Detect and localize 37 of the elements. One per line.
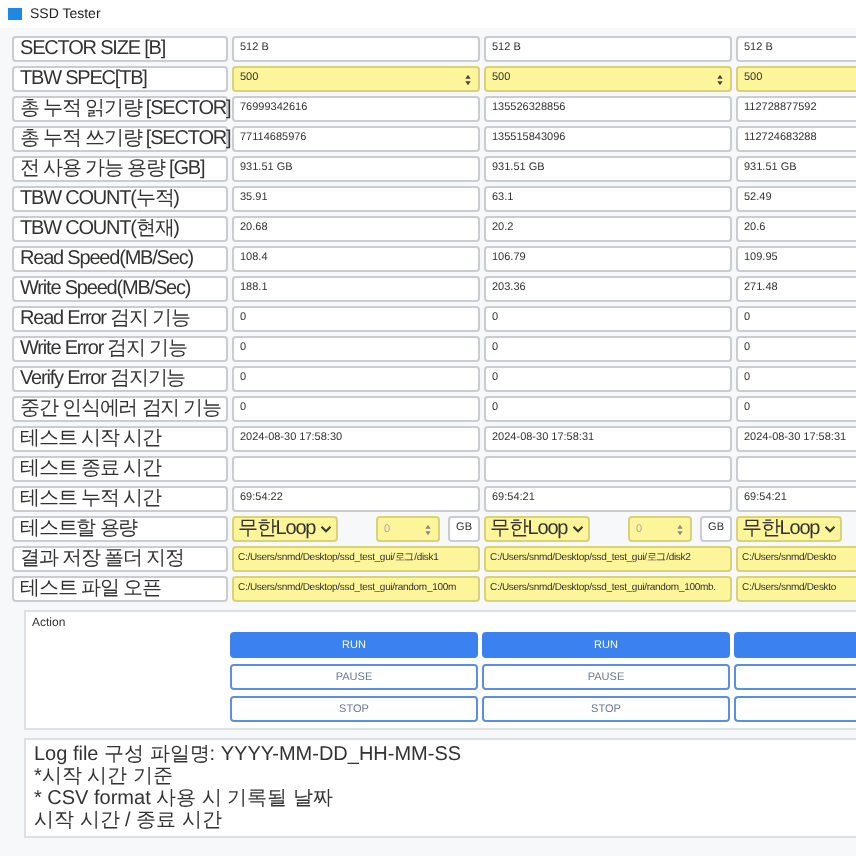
pause-button[interactable]	[734, 664, 856, 690]
row-label: 전 사용 가능 용량 [GB]	[12, 156, 228, 182]
spinner-arrows-icon[interactable]	[464, 71, 472, 87]
row-label: TBW COUNT(누적)	[12, 186, 228, 212]
log-info-line: *시작 시간 기준	[34, 766, 175, 788]
chevron-down-icon	[823, 524, 836, 534]
row-label: 테스트 시작 시간	[12, 426, 228, 452]
row-label: 테스트 누적 시간	[12, 486, 228, 512]
log-info-line: Log file 구성 파일명: YYYY-MM-DD_HH-MM-SS	[34, 744, 464, 766]
row-label: 테스트할 용량	[12, 516, 228, 542]
row-label: Read Error 검지 기능	[12, 306, 228, 332]
row-label: Write Error 검지 기능	[12, 336, 228, 362]
mode-dropdown[interactable]: 무한Loop	[736, 516, 842, 542]
row-label: SECTOR SIZE [B]	[12, 36, 228, 62]
app-icon	[8, 8, 22, 20]
mode-dropdown[interactable]: 무한Loop	[232, 516, 338, 542]
stop-button[interactable]	[734, 696, 856, 722]
row-label: Verify Error 검지기능	[12, 366, 228, 392]
row-label: 총 누적 읽기량 [SECTOR]	[12, 96, 228, 122]
row-label: TBW COUNT(현재)	[12, 216, 228, 242]
row-label: 테스트 종료 시간	[12, 456, 228, 482]
log-info-line: 시작 시간 / 종료 시간	[34, 810, 224, 832]
row-label: 중간 인식에러 검지 기능	[12, 396, 228, 422]
row-label: 총 누적 쓰기량 [SECTOR]	[12, 126, 228, 152]
value-field[interactable]	[736, 456, 856, 482]
row-label: 테스트 파일 오픈	[12, 576, 228, 602]
spinner-arrows-icon[interactable]	[716, 71, 724, 87]
row-label: Write Speed(MB/Sec)	[12, 276, 228, 302]
row-label: TBW SPEC[TB]	[12, 66, 228, 92]
mode-dropdown[interactable]: 무한Loop	[484, 516, 590, 542]
row-label: Read Speed(MB/Sec)	[12, 246, 228, 272]
row-label: 결과 저장 폴더 지정	[12, 546, 228, 572]
chevron-down-icon	[571, 524, 584, 534]
log-info-line: * CSV format 사용 시 기록될 날짜	[34, 788, 335, 810]
chevron-down-icon	[319, 524, 332, 534]
value-field[interactable]	[232, 456, 480, 482]
value-field[interactable]	[484, 456, 732, 482]
